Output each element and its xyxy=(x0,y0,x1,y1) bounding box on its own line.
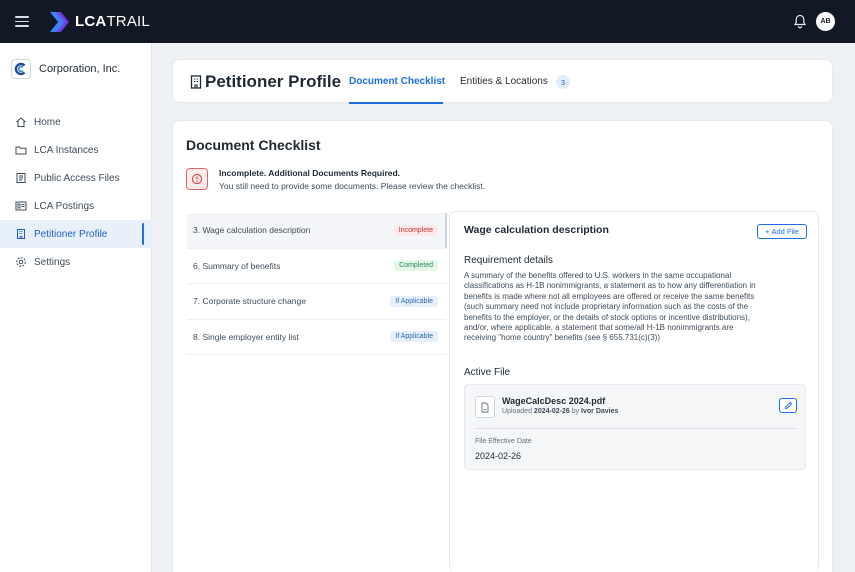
alert-message: You still need to provide some documents… xyxy=(219,181,486,191)
checklist-item-label: 3. Wage calculation description xyxy=(193,225,311,236)
checklist-item[interactable]: 3. Wage calculation description Incomple… xyxy=(187,213,447,249)
sidebar: Corporation, Inc. Home LCA Instances Pub… xyxy=(0,43,152,572)
document-icon xyxy=(15,172,27,184)
page-header: Petitioner Profile Document Checklist En… xyxy=(172,59,833,104)
file-upload-meta: Uploaded 2024-02-26 by Ivor Davies xyxy=(502,408,619,415)
checklist-item-label: 7. Corporate structure change xyxy=(193,296,306,307)
edit-file-button[interactable] xyxy=(779,398,797,413)
add-file-button[interactable]: + Add File xyxy=(757,224,807,239)
active-file-card: WageCalcDesc 2024.pdf Uploaded 2024-02-2… xyxy=(464,384,806,470)
effective-date-value: 2024-02-26 xyxy=(475,451,522,461)
sidebar-item-label: LCA Instances xyxy=(34,144,99,156)
sidebar-nav: Home LCA Instances Public Access Files L… xyxy=(0,108,152,276)
sidebar-item-lca-postings[interactable]: LCA Postings xyxy=(0,192,152,220)
effective-date-label: File Effective Date xyxy=(475,438,532,445)
notification-bell-icon[interactable] xyxy=(793,14,807,29)
app-logo[interactable]: LCATRAIL xyxy=(47,9,150,35)
requirement-body: A summary of the benefits offered to U.S… xyxy=(464,271,756,343)
org-switcher[interactable]: Corporation, Inc. xyxy=(11,59,151,79)
requirement-title: Requirement details xyxy=(464,255,553,266)
user-avatar[interactable]: AB xyxy=(816,12,835,31)
checklist: 3. Wage calculation description Incomple… xyxy=(187,213,447,355)
tab-document-checklist[interactable]: Document Checklist xyxy=(349,76,445,87)
file-name[interactable]: WageCalcDesc 2024.pdf xyxy=(502,396,605,406)
sidebar-item-label: LCA Postings xyxy=(34,200,95,212)
building-icon xyxy=(15,228,27,240)
gear-icon xyxy=(15,256,27,268)
sidebar-item-lca-instances[interactable]: LCA Instances xyxy=(0,136,152,164)
home-icon xyxy=(15,116,27,128)
checklist-item[interactable]: 6. Summary of benefits Completed xyxy=(187,249,446,284)
plus-icon: + xyxy=(765,227,770,236)
file-icon xyxy=(475,396,495,418)
sidebar-item-petitioner-profile[interactable]: Petitioner Profile xyxy=(0,220,152,248)
alert-icon xyxy=(186,168,208,190)
status-badge: If Applicable xyxy=(390,331,438,343)
active-file-title: Active File xyxy=(464,367,511,378)
org-name: Corporation, Inc. xyxy=(39,63,121,75)
section-title: Document Checklist xyxy=(186,137,321,153)
add-file-label: Add File xyxy=(771,227,799,236)
detail-title: Wage calculation description xyxy=(464,224,609,236)
sidebar-item-label: Petitioner Profile xyxy=(34,228,108,240)
pencil-icon xyxy=(784,401,792,410)
logo-mark-icon xyxy=(47,9,73,35)
building-icon xyxy=(190,75,202,94)
org-logo-icon xyxy=(11,59,31,79)
status-badge: If Applicable xyxy=(390,295,438,307)
sidebar-item-settings[interactable]: Settings xyxy=(0,248,152,276)
checklist-item-label: 8. Single employer entity list xyxy=(193,331,299,342)
menu-icon[interactable] xyxy=(15,16,29,27)
sidebar-item-public-access-files[interactable]: Public Access Files xyxy=(0,164,152,192)
page-title: Petitioner Profile xyxy=(205,72,342,91)
checklist-item[interactable]: 7. Corporate structure change If Applica… xyxy=(187,284,446,320)
postings-icon xyxy=(15,200,27,212)
entities-count-badge: 3 xyxy=(556,75,570,89)
checklist-item[interactable]: 8. Single employer entity list If Applic… xyxy=(187,320,446,355)
document-checklist-panel: Document Checklist Incomplete. Additiona… xyxy=(172,120,833,572)
checklist-item-label: 6. Summary of benefits xyxy=(193,260,281,271)
tab-entities-locations[interactable]: Entities & Locations xyxy=(460,76,548,87)
top-bar: LCATRAIL AB xyxy=(0,0,855,43)
sidebar-item-home[interactable]: Home xyxy=(0,108,152,136)
alert-title: Incomplete. Additional Documents Require… xyxy=(219,168,401,178)
requirement-detail-panel: Wage calculation description + Add File … xyxy=(449,211,819,572)
logo-text: LCATRAIL xyxy=(75,13,150,30)
folder-icon xyxy=(15,144,27,156)
status-badge: Incomplete xyxy=(393,224,438,236)
divider xyxy=(475,428,797,429)
sidebar-item-label: Settings xyxy=(34,256,71,268)
sidebar-item-label: Public Access Files xyxy=(34,172,120,184)
status-badge: Completed xyxy=(394,260,438,272)
sidebar-item-label: Home xyxy=(34,116,61,128)
active-tab-indicator xyxy=(349,102,443,104)
